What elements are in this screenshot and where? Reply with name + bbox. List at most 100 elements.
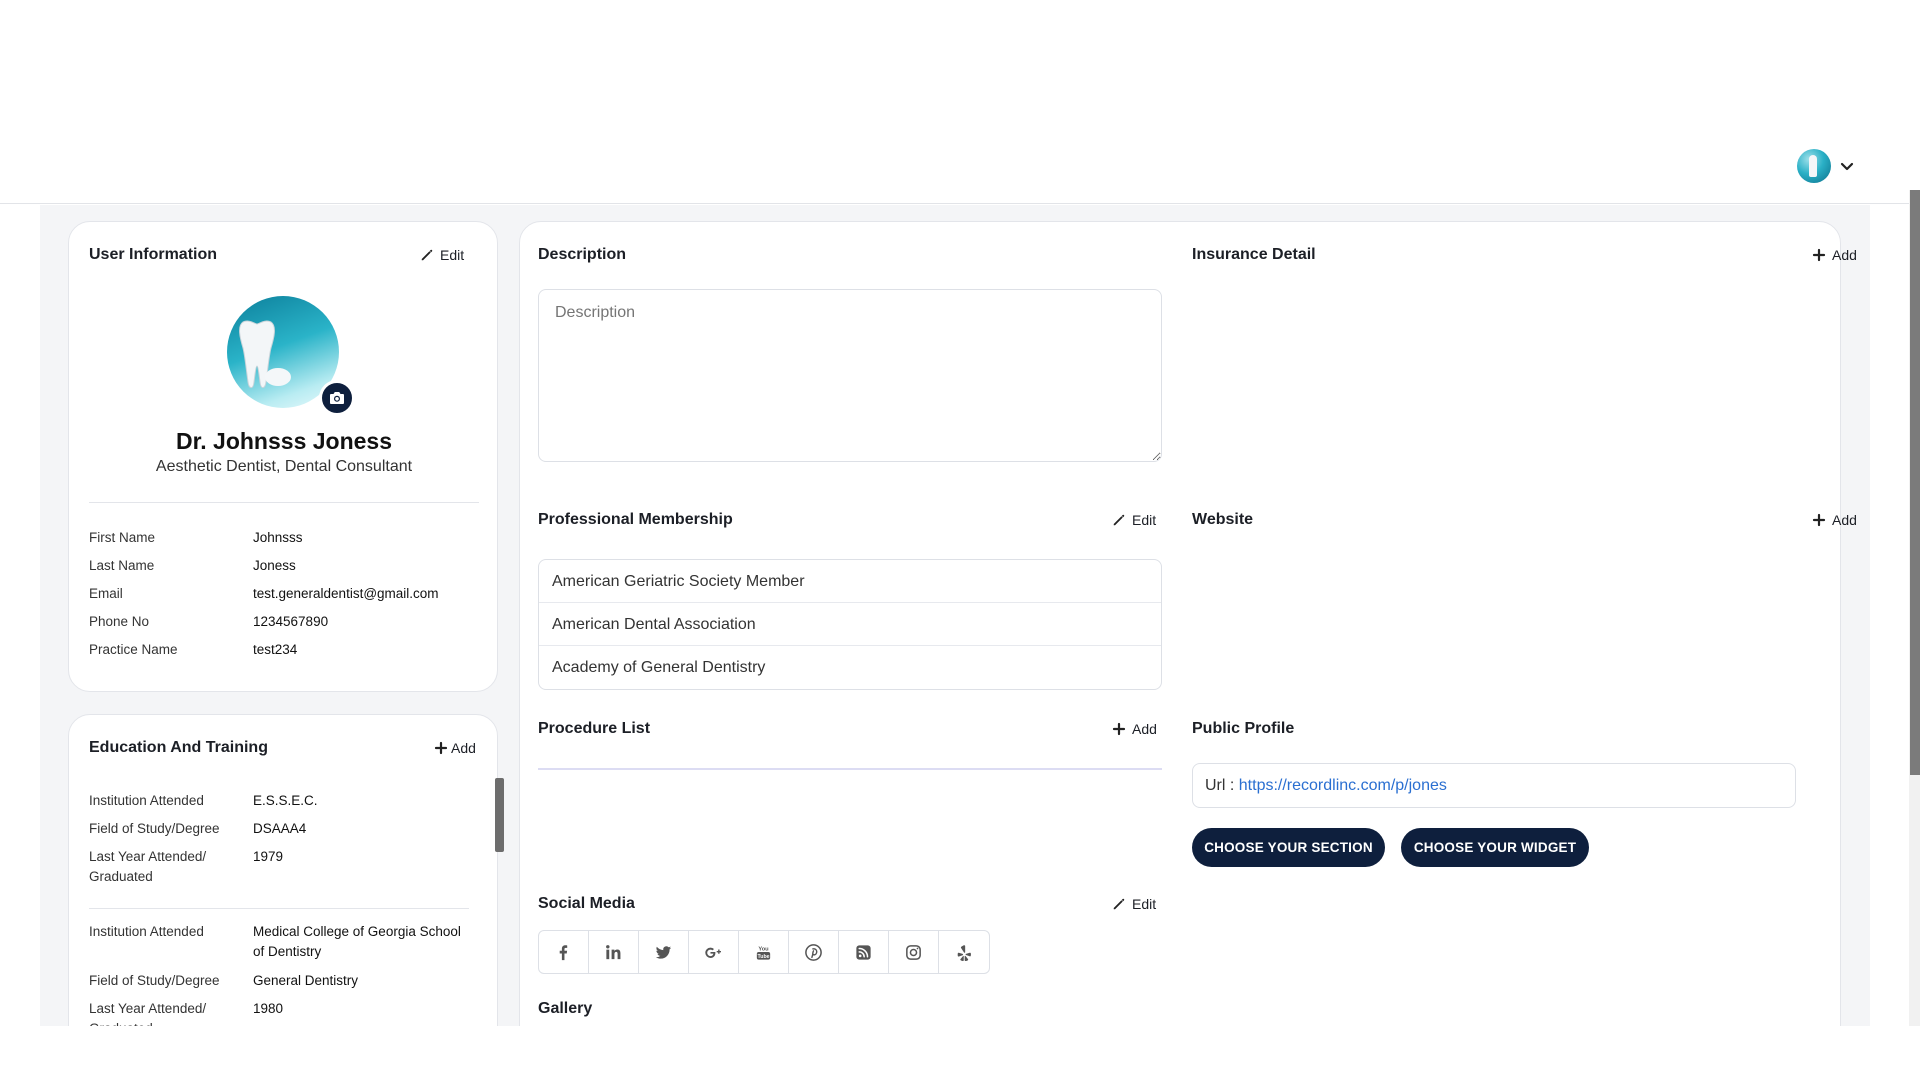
field-value: 1979 (253, 849, 284, 864)
public-profile-title: Public Profile (1192, 720, 1295, 737)
svg-text:Tube: Tube (757, 954, 769, 960)
field-value: DSAAA4 (253, 821, 307, 836)
doctor-name: Dr. Johnsss Joness (175, 428, 393, 454)
field-practice-name: Practice Name test234 (89, 640, 471, 660)
avatar[interactable] (1797, 149, 1831, 183)
membership-edit-button[interactable]: Edit (1112, 512, 1156, 528)
education-add-button[interactable]: Add (434, 740, 476, 756)
add-label: Add (1832, 247, 1857, 263)
procedure-add-button[interactable]: Add (1112, 721, 1157, 737)
instagram-icon (906, 944, 921, 960)
add-label: Add (1132, 721, 1157, 737)
edu-field: Field of Study/Degree DSAAA4 (89, 819, 471, 839)
user-information-title: User Information (89, 246, 218, 263)
youtube-button[interactable]: You Tube (739, 931, 789, 973)
field-label: Email (89, 586, 123, 601)
field-last-name: Last Name Joness (89, 556, 471, 576)
plus-icon (1812, 513, 1826, 527)
field-value: 1980 (253, 1001, 284, 1016)
field-value: General Dentistry (253, 973, 359, 988)
edu-field: Field of Study/Degree General Dentistry (89, 971, 471, 991)
field-label: Last Year Attended/ Graduated (89, 1001, 207, 1026)
procedure-list-divider (538, 768, 1162, 770)
field-email: Email test.generaldentist@gmail.com (89, 584, 471, 604)
bottom-bar (0, 1026, 1920, 1080)
pencil-icon (421, 249, 433, 261)
user-menu[interactable] (1797, 149, 1855, 183)
procedure-list-title: Procedure List (538, 720, 651, 737)
field-phone: Phone No 1234567890 (89, 612, 471, 632)
twitter-button[interactable] (639, 931, 689, 973)
edit-label: Edit (440, 247, 465, 263)
insurance-add-button[interactable]: Add (1812, 247, 1857, 263)
divider (89, 502, 479, 503)
education-title: Education And Training (89, 739, 268, 756)
education-training-card: Education And Training Add Institution A… (68, 714, 504, 1026)
twitter-icon (655, 945, 672, 959)
social-media-title: Social Media (538, 895, 635, 912)
website-title: Website (1192, 511, 1254, 528)
field-value: 1234567890 (253, 614, 329, 629)
change-photo-button[interactable] (319, 380, 355, 416)
linkedin-icon (606, 944, 621, 959)
edu-institution: Institution Attended E.S.S.E.C. (89, 791, 471, 811)
facebook-button[interactable] (539, 931, 589, 973)
description-input[interactable] (538, 289, 1162, 462)
url-label: Url : (1205, 777, 1239, 794)
google-plus-button[interactable] (689, 931, 739, 973)
user-information-card: User Information Edit Dr. Johnsss Joness… (68, 221, 498, 692)
yelp-icon (957, 944, 971, 961)
tooth-image (239, 320, 275, 389)
social-media-links: You Tube (538, 930, 990, 974)
edu-institution: Institution Attended Medical College of … (89, 922, 471, 962)
edit-label: Edit (1132, 512, 1157, 528)
field-label: Practice Name (89, 642, 178, 657)
mirror-image (265, 368, 291, 386)
youtube-icon: You Tube (756, 946, 771, 960)
user-information-edit-button[interactable]: Edit (420, 247, 464, 263)
top-header (0, 0, 1920, 204)
doctor-specialty: Aesthetic Dentist, Dental Consultant (155, 458, 413, 475)
choose-section-button[interactable]: CHOOSE YOUR SECTION (1192, 828, 1385, 867)
linkedin-button[interactable] (589, 931, 639, 973)
social-edit-button[interactable]: Edit (1112, 896, 1156, 912)
profile-details-card: Description Insurance Detail Add Profess… (519, 221, 1857, 1026)
choose-widget-button[interactable]: CHOOSE YOUR WIDGET (1401, 828, 1589, 867)
field-label: Institution Attended (89, 924, 204, 939)
edu-year: Last Year Attended/ Graduated 1979 (89, 847, 471, 887)
svg-text:You: You (758, 946, 769, 952)
field-label: Last Name (89, 558, 155, 573)
google-plus-icon (705, 947, 722, 958)
field-label: Institution Attended (89, 793, 204, 808)
public-profile-link[interactable]: https://recordlinc.com/p/jones (1239, 777, 1447, 794)
edit-label: Edit (1132, 896, 1157, 912)
description-title: Description (538, 246, 627, 263)
field-value: test.generaldentist@gmail.com (253, 586, 439, 601)
field-label: Phone No (89, 614, 150, 629)
facebook-icon (559, 944, 568, 960)
edu-year: Last Year Attended/ Graduated 1980 (89, 999, 471, 1026)
plus-icon (1112, 722, 1126, 736)
page-scrollbar-thumb[interactable] (1910, 190, 1920, 775)
education-scrollbar[interactable] (495, 778, 504, 852)
field-label: Field of Study/Degree (89, 821, 220, 836)
rss-button[interactable] (839, 931, 889, 973)
field-value: E.S.S.E.C. (253, 793, 318, 808)
add-label: Add (1832, 512, 1857, 528)
list-item: American Dental Association (539, 603, 1161, 646)
membership-title: Professional Membership (538, 511, 733, 528)
pinterest-icon (805, 943, 822, 961)
field-value: Johnsss (253, 530, 303, 545)
pinterest-button[interactable] (789, 931, 839, 973)
field-value: Joness (253, 558, 296, 573)
instagram-button[interactable] (889, 931, 939, 973)
field-label: Field of Study/Degree (89, 973, 220, 988)
website-add-button[interactable]: Add (1812, 512, 1857, 528)
rss-icon (856, 944, 871, 960)
yelp-button[interactable] (939, 931, 989, 973)
camera-icon (330, 392, 344, 404)
chevron-down-icon[interactable] (1839, 158, 1855, 174)
insurance-title: Insurance Detail (1192, 246, 1316, 263)
add-label: Add (451, 740, 476, 756)
plus-icon (434, 741, 448, 755)
